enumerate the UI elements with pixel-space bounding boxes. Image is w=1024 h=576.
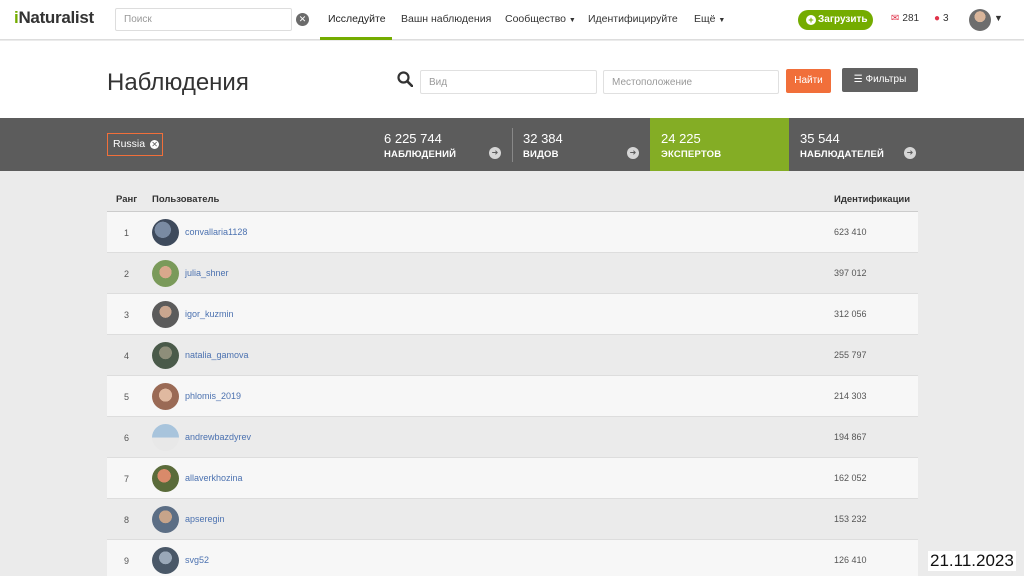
speech-bubble-icon: ● (934, 13, 941, 24)
table-header: Ранг Пользователь Идентификации (107, 186, 918, 212)
username-link[interactable]: convallaria1128 (185, 227, 247, 237)
chevron-down-icon: ▼ (718, 17, 726, 24)
envelope-icon: ✉ (891, 13, 900, 24)
ids-header: Идентификации (834, 194, 911, 205)
table-row: 1 convallaria1128 623 410 (107, 212, 918, 253)
username-link[interactable]: igor_kuzmin (185, 309, 234, 319)
clear-search-icon[interactable]: ✕ (296, 13, 309, 26)
filters-button[interactable]: ☰ Фильтры (842, 68, 918, 92)
search-icon (397, 71, 413, 87)
table-row: 8 apseregin 153 232 (107, 499, 918, 540)
chevron-down-icon: ▼ (568, 17, 576, 24)
nav-explore[interactable]: Исследуйте (328, 13, 386, 25)
stat-identifiers[interactable]: 24 225 ЭКСПЕРТОВ (650, 118, 789, 171)
nav-identify[interactable]: Идентифицируйте (588, 13, 678, 25)
site-search-input[interactable] (115, 8, 292, 31)
taxon-input[interactable] (420, 70, 597, 94)
avatar[interactable] (152, 383, 179, 410)
notifications-badge[interactable]: ● 3 (934, 13, 949, 24)
page-header: Наблюдения Найти ☰ Фильтры (0, 41, 1024, 118)
arrow-right-icon: ➜ (904, 147, 916, 159)
stat-observers[interactable]: 35 544 НАБЛЮДАТЕЛЕЙ ➜ (789, 118, 927, 171)
table-row: 3 igor_kuzmin 312 056 (107, 294, 918, 335)
table-row: 2 julia_shner 397 012 (107, 253, 918, 294)
messages-badge[interactable]: ✉ 281 (891, 13, 919, 24)
nav-community[interactable]: Сообщество ▼ (505, 13, 576, 25)
avatar[interactable] (152, 301, 179, 328)
plus-icon: + (806, 15, 816, 25)
page-title: Наблюдения (107, 69, 249, 96)
avatar[interactable] (152, 342, 179, 369)
chevron-down-icon[interactable]: ▼ (994, 13, 1003, 23)
location-input[interactable] (603, 70, 779, 94)
top-navbar: iNaturalist ✕ Исследуйте Вашн наблюдения… (0, 0, 1024, 40)
username-link[interactable]: apseregin (185, 514, 225, 524)
identifiers-table: Ранг Пользователь Идентификации 1 conval… (107, 186, 918, 576)
avatar[interactable] (152, 260, 179, 287)
nav-your-observations[interactable]: Вашн наблюдения (401, 13, 491, 25)
upload-button[interactable]: + Загрузить (798, 10, 873, 30)
avatar[interactable] (152, 424, 179, 451)
close-icon[interactable]: ✕ (150, 140, 160, 149)
username-link[interactable]: natalia_gamova (185, 350, 249, 360)
stat-observations[interactable]: 6 225 744 НАБЛЮДЕНИЙ ➜ (373, 118, 511, 171)
date-stamp: 21.11.2023 (928, 551, 1016, 571)
arrow-right-icon: ➜ (627, 147, 639, 159)
stats-bar: Russia ✕ 6 225 744 НАБЛЮДЕНИЙ ➜ 32 384 ВИ… (0, 118, 1024, 171)
rank-header: Ранг (116, 194, 138, 205)
username-link[interactable]: svg52 (185, 555, 209, 565)
avatar[interactable] (152, 465, 179, 492)
user-header: Пользователь (152, 194, 220, 205)
table-row: 9 svg52 126 410 (107, 540, 918, 576)
user-avatar[interactable] (969, 9, 991, 31)
sliders-icon: ☰ (853, 74, 863, 85)
username-link[interactable]: allaverkhozina (185, 473, 243, 483)
arrow-right-icon: ➜ (489, 147, 501, 159)
avatar[interactable] (152, 547, 179, 574)
stat-species[interactable]: 32 384 ВИДОВ ➜ (512, 118, 650, 171)
place-filter-chip[interactable]: Russia ✕ (107, 133, 163, 156)
table-row: 4 natalia_gamova 255 797 (107, 335, 918, 376)
find-button[interactable]: Найти (786, 69, 831, 93)
table-row: 7 allaverkhozina 162 052 (107, 458, 918, 499)
table-row: 6 andrewbazdyrev 194 867 (107, 417, 918, 458)
username-link[interactable]: phlomis_2019 (185, 391, 241, 401)
table-row: 5 phlomis_2019 214 303 (107, 376, 918, 417)
username-link[interactable]: andrewbazdyrev (185, 432, 251, 442)
nav-more[interactable]: Ещё ▼ (694, 13, 725, 25)
inaturalist-logo[interactable]: iNaturalist (14, 8, 94, 28)
avatar[interactable] (152, 219, 179, 246)
nav-active-underline (320, 37, 392, 40)
avatar[interactable] (152, 506, 179, 533)
username-link[interactable]: julia_shner (185, 268, 229, 278)
